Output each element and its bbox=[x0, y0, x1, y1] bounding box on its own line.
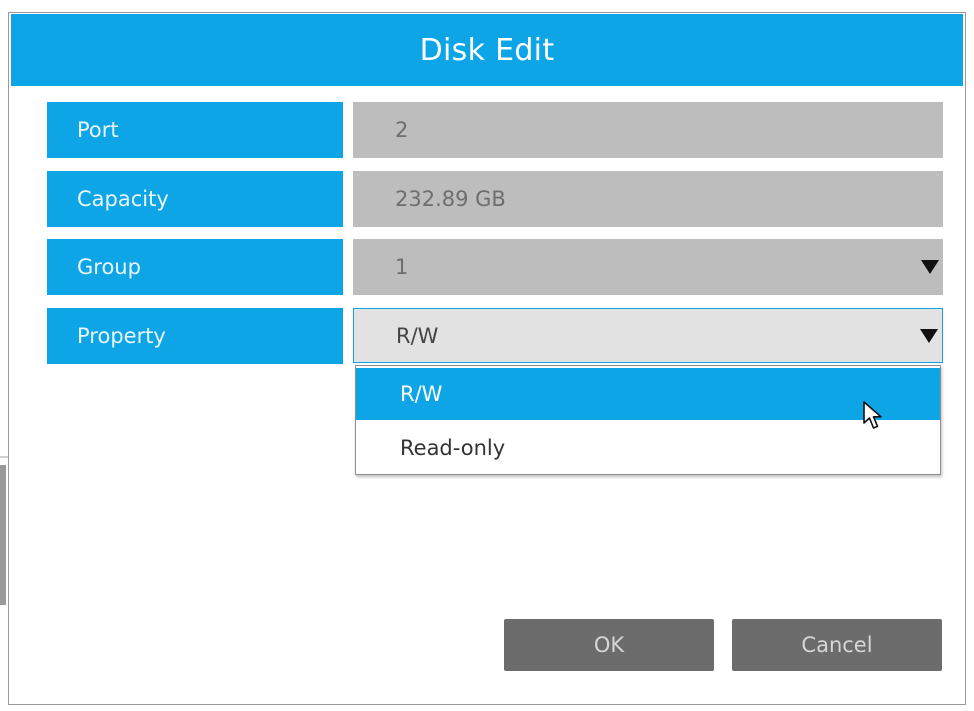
dialog-title-bar[interactable]: Disk Edit bbox=[11, 14, 963, 86]
property-dropdown-list: R/W Read-only bbox=[355, 365, 941, 475]
capacity-label: Capacity bbox=[47, 171, 343, 227]
port-field: 2 bbox=[353, 102, 943, 158]
property-select[interactable]: R/W bbox=[353, 308, 943, 363]
cancel-button[interactable]: Cancel bbox=[732, 619, 942, 671]
dialog-title: Disk Edit bbox=[419, 32, 555, 68]
dropdown-option-rw[interactable]: R/W bbox=[356, 368, 940, 420]
group-label: Group bbox=[47, 239, 343, 295]
group-select-value: 1 bbox=[395, 255, 409, 279]
mouse-pointer-icon bbox=[863, 401, 882, 429]
caret-down-icon[interactable] bbox=[921, 260, 939, 274]
disk-edit-dialog: Disk Edit Port 2 Capacity 232.89 GB Grou… bbox=[8, 12, 966, 705]
capacity-field: 232.89 GB bbox=[353, 171, 943, 227]
screen: Disk Edit Port 2 Capacity 232.89 GB Grou… bbox=[0, 0, 974, 711]
option-label: Read-only bbox=[400, 436, 506, 460]
caret-down-icon[interactable] bbox=[920, 328, 938, 343]
ok-button[interactable]: OK bbox=[504, 619, 714, 671]
option-label: R/W bbox=[400, 382, 443, 406]
property-select-value: R/W bbox=[396, 323, 439, 348]
property-label: Property bbox=[47, 308, 343, 364]
group-select[interactable]: 1 bbox=[353, 239, 943, 295]
dropdown-option-read-only[interactable]: Read-only bbox=[356, 422, 940, 474]
background-edge bbox=[0, 465, 6, 605]
port-label: Port bbox=[47, 102, 343, 158]
